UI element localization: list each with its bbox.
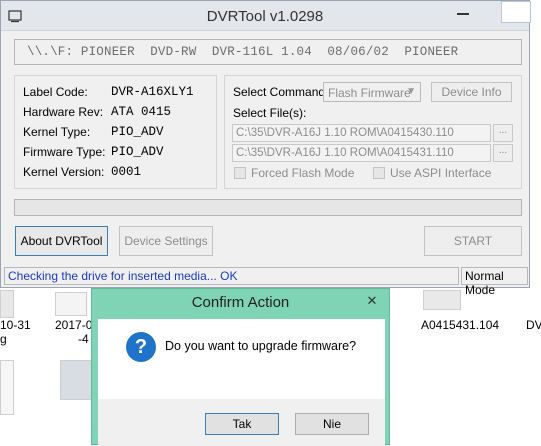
- desktop-item-label[interactable]: A0415431.104: [421, 318, 499, 332]
- desktop-item-label[interactable]: 2017-0: [55, 318, 92, 332]
- device-info-button[interactable]: Device Info: [431, 82, 512, 102]
- kernel-type-value: PIO_ADV: [111, 125, 164, 139]
- start-button[interactable]: START: [424, 226, 522, 256]
- command-select-value: Flash Firmware: [328, 86, 411, 100]
- select-files-label: Select File(s):: [233, 106, 307, 120]
- kernel-version-label: Kernel Version:: [23, 165, 105, 179]
- settings-file-icon[interactable]: [60, 360, 92, 400]
- desktop-item-label[interactable]: DV: [526, 318, 541, 332]
- status-message: Checking the drive for inserted media...…: [8, 269, 238, 283]
- use-aspi-label: Use ASPI Interface: [390, 166, 492, 180]
- dialog-message: Do you want to upgrade firmware?: [165, 339, 357, 353]
- desktop-item-label[interactable]: -4: [78, 332, 89, 346]
- device-info-panel: Label Code: DVR-A16XLY1 Hardware Rev: AT…: [14, 75, 217, 189]
- label-code-value: DVR-A16XLY1: [111, 85, 194, 99]
- minimize-button[interactable]: [457, 7, 469, 19]
- status-mode: Normal Mode: [465, 269, 504, 297]
- yes-button[interactable]: Tak: [205, 413, 279, 435]
- file-path-field-2[interactable]: C:\35\DVR-A16J 1.10 ROM\A0415431.110: [232, 144, 491, 162]
- forced-flash-checkbox[interactable]: [234, 167, 246, 179]
- question-icon: ?: [126, 332, 156, 362]
- forced-flash-label: Forced Flash Mode: [251, 166, 355, 180]
- dvrtool-window: DVRTool v1.0298 \\.\F: PIONEER DVD-RW DV…: [0, 0, 531, 297]
- status-bar-mode: Normal Mode: [461, 267, 528, 297]
- maximize-button[interactable]: [501, 1, 531, 23]
- file-thumbnail[interactable]: [423, 290, 461, 310]
- kernel-version-value: 0001: [111, 165, 142, 179]
- file-thumbnail[interactable]: [0, 290, 14, 318]
- file-thumbnail[interactable]: [55, 292, 87, 316]
- title-bar[interactable]: DVRTool v1.0298: [1, 1, 531, 31]
- browse-button-1[interactable]: ...: [493, 124, 513, 142]
- select-command-label: Select Command:: [233, 85, 329, 99]
- close-icon[interactable]: ✕: [362, 292, 382, 310]
- browse-button-2[interactable]: ...: [493, 144, 513, 162]
- drive-info-box: \\.\F: PIONEER DVD-RW DVR-116L 1.04 08/0…: [14, 39, 522, 65]
- window-title: DVRTool v1.0298: [206, 8, 324, 25]
- kernel-type-label: Kernel Type:: [23, 125, 91, 139]
- device-settings-button[interactable]: Device Settings: [119, 226, 213, 256]
- no-button[interactable]: Nie: [295, 413, 369, 435]
- dialog-title: Confirm Action: [191, 294, 290, 311]
- hardware-rev-label: Hardware Rev:: [23, 105, 104, 119]
- hardware-rev-value: ATA 0415: [111, 105, 172, 119]
- confirm-dialog: Confirm Action ✕ ? Do you want to upgrad…: [91, 288, 390, 446]
- file-thumbnail[interactable]: [0, 360, 14, 415]
- file-path-field-1[interactable]: C:\35\DVR-A16J 1.10 ROM\A0415430.110: [232, 124, 491, 142]
- use-aspi-checkbox[interactable]: [373, 167, 385, 179]
- status-bar-message: Checking the drive for inserted media...…: [4, 267, 459, 285]
- dialog-footer: Tak Nie: [98, 399, 385, 446]
- firmware-type-label: Firmware Type:: [23, 145, 106, 159]
- progress-bar: [14, 199, 522, 216]
- chevron-down-icon: ▼: [406, 86, 416, 97]
- desktop-item-label[interactable]: 10-31: [0, 318, 31, 332]
- firmware-type-value: PIO_ADV: [111, 145, 164, 159]
- drive-string: \\.\F: PIONEER DVD-RW DVR-116L 1.04 08/0…: [27, 45, 459, 59]
- label-code-label: Label Code:: [23, 85, 88, 99]
- about-button[interactable]: About DVRTool: [15, 226, 108, 256]
- command-panel: Select Command: Flash Firmware ▼ Device …: [224, 75, 522, 189]
- command-select[interactable]: Flash Firmware ▼: [323, 82, 421, 102]
- desktop-item-label[interactable]: g: [0, 332, 7, 346]
